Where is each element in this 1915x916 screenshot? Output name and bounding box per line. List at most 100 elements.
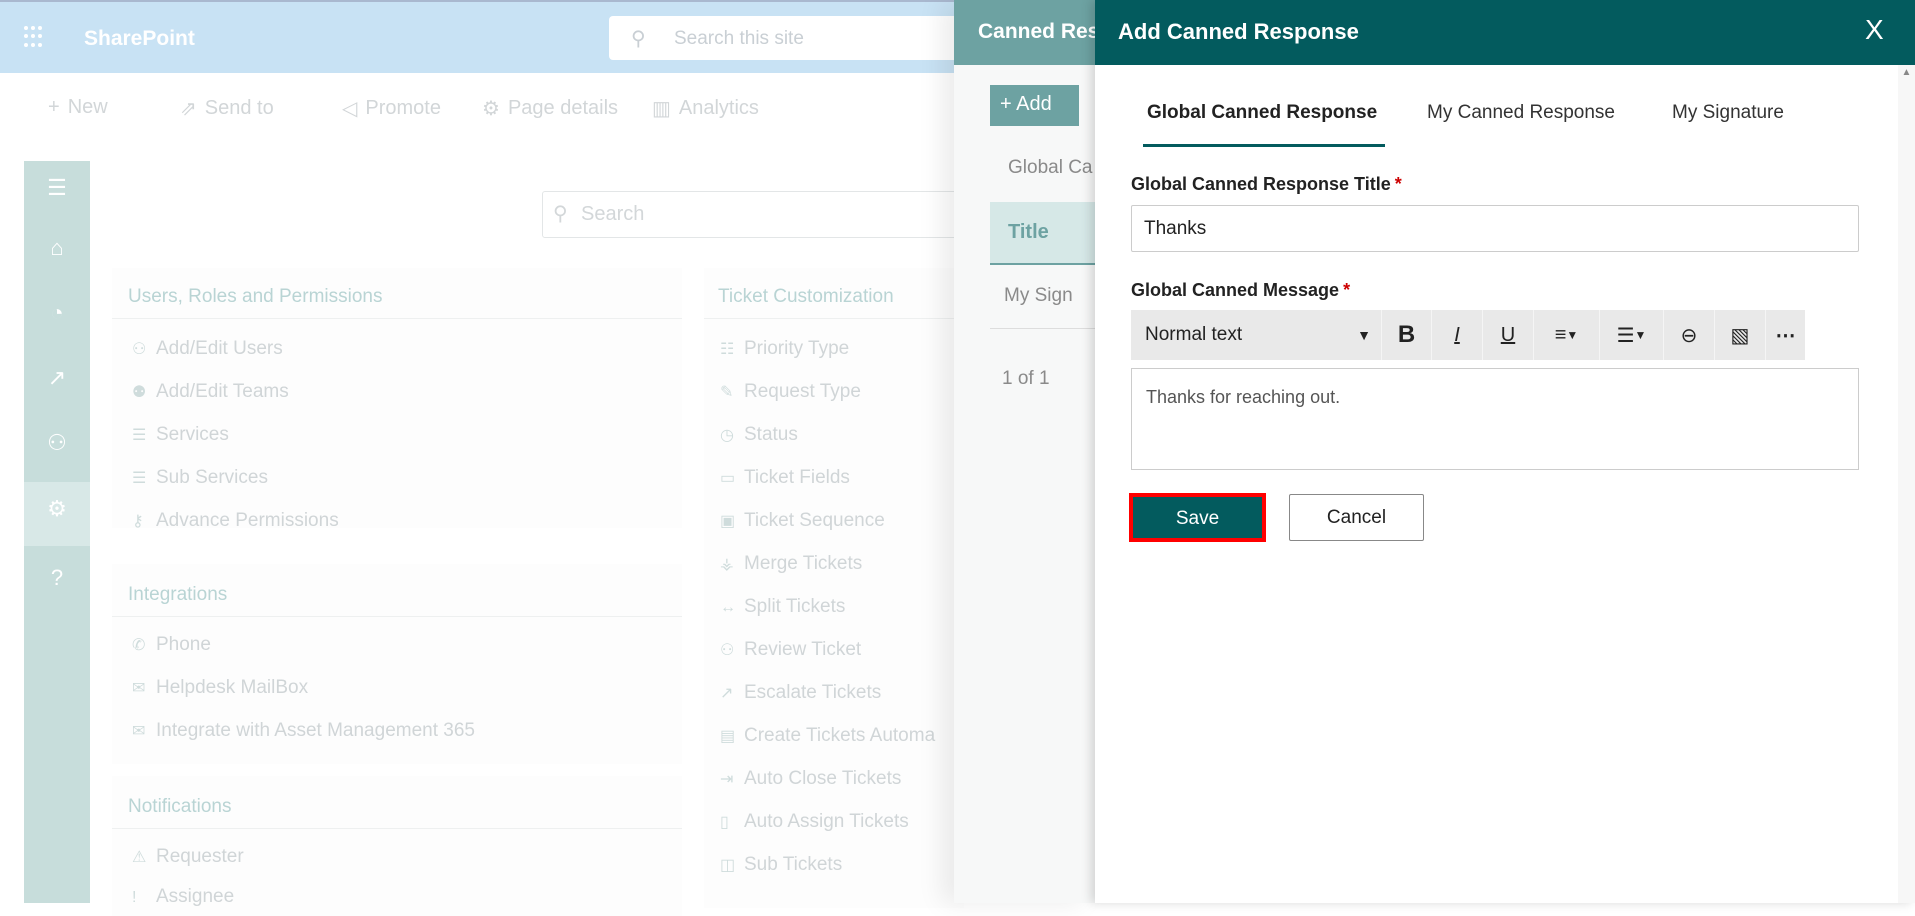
tab-my-canned-response[interactable]: My Canned Response xyxy=(1427,102,1615,124)
link-ticket-customization-item[interactable]: ↔ Split Tickets xyxy=(720,596,845,618)
link-requester[interactable]: ⚠ Requester xyxy=(132,846,244,868)
pager: 1 of 1 xyxy=(1002,368,1050,389)
menu-icon[interactable]: ☰ xyxy=(24,175,90,201)
add-canned-response-dialog: Add Canned Response X Global Canned Resp… xyxy=(1095,0,1915,903)
more-icon[interactable]: ⋯ xyxy=(1765,310,1805,360)
bold-icon[interactable]: B xyxy=(1381,310,1431,360)
search-icon: ⚲ xyxy=(631,28,646,50)
tab-global[interactable]: Global Ca xyxy=(1008,157,1093,179)
tab-global-canned-response[interactable]: Global Canned Response xyxy=(1147,102,1377,124)
promote-button[interactable]: ◁ Promote xyxy=(342,96,441,121)
plus-icon: + xyxy=(48,96,60,118)
label: Auto Assign Tickets xyxy=(744,811,909,832)
image-icon[interactable]: ▧ xyxy=(1714,310,1765,360)
label: Services xyxy=(156,424,229,445)
gear-icon: ⚙ xyxy=(482,98,500,120)
section-ticket-customization: Ticket Customization ☷ Priority Type ✎ Requ… xyxy=(704,268,964,908)
format-dropdown[interactable]: Normal text ▼ xyxy=(1131,310,1381,360)
link-services[interactable]: ☰ Services xyxy=(132,424,229,446)
item-icon: ⇥ xyxy=(720,771,734,788)
scroll-up-icon[interactable]: ▲ xyxy=(1898,65,1915,78)
align-icon[interactable]: ≡ ▼ xyxy=(1533,310,1599,360)
brand[interactable]: SharePoint xyxy=(84,27,195,51)
alert-icon: ! xyxy=(132,889,137,906)
list-icon[interactable]: ☰ ▼ xyxy=(1599,310,1663,360)
analytics-button[interactable]: ▥ Analytics xyxy=(652,96,759,121)
reports-icon[interactable]: ↗ xyxy=(24,365,90,391)
settings-search[interactable]: ⚲ Search xyxy=(542,191,962,238)
send-to-button[interactable]: ⇗ Send to xyxy=(180,96,274,121)
column-header-title[interactable]: Title xyxy=(990,202,1095,265)
link-helpdesk-mailbox[interactable]: ✉ Helpdesk MailBox xyxy=(132,677,308,699)
link-ticket-customization-item[interactable]: ⇥ Auto Close Tickets xyxy=(720,768,901,790)
link-assignee[interactable]: ! Assignee xyxy=(132,886,234,908)
link-ticket-customization-item[interactable]: ▣ Ticket Sequence xyxy=(720,510,885,532)
home-icon[interactable]: ⌂ xyxy=(24,235,90,261)
link-phone[interactable]: ✆ Phone xyxy=(132,634,211,656)
mail-icon: ✉ xyxy=(132,680,146,697)
link-ticket-customization-item[interactable]: ⚇ Review Ticket xyxy=(720,639,861,661)
label: Global Canned Message xyxy=(1131,280,1340,300)
label: Assignee xyxy=(156,886,235,907)
label: Create Tickets Automa xyxy=(744,725,936,746)
save-button[interactable]: Save xyxy=(1129,493,1266,542)
label: Request Type xyxy=(744,381,861,402)
link-add-edit-users[interactable]: ⚇ Add/Edit Users xyxy=(132,338,283,360)
message-label: Global Canned Message * xyxy=(1131,280,1350,301)
item-icon: ▭ xyxy=(720,470,736,487)
users-icon[interactable]: ⚇ xyxy=(24,430,90,456)
item-icon: ☷ xyxy=(720,341,735,358)
help-icon[interactable]: ? xyxy=(24,565,90,591)
label: Auto Close Tickets xyxy=(744,768,902,789)
caret-down-icon: ▼ xyxy=(1357,327,1371,343)
label: Review Ticket xyxy=(744,639,862,660)
italic-icon[interactable]: I xyxy=(1431,310,1482,360)
item-icon: ▣ xyxy=(720,513,736,530)
label: Normal text xyxy=(1145,324,1243,345)
mail-settings-icon: ✉ xyxy=(132,723,146,740)
label: Sub Services xyxy=(156,467,268,488)
link-sub-services[interactable]: ☰ Sub Services xyxy=(132,467,268,489)
table-row[interactable]: My Sign xyxy=(1004,285,1073,307)
section-title: Users, Roles and Permissions xyxy=(128,286,383,307)
search-icon: ⚲ xyxy=(553,203,568,225)
link-ticket-customization-item[interactable]: ◫ Sub Tickets xyxy=(720,854,842,876)
label: Escalate Tickets xyxy=(744,682,882,703)
link-advance-permissions[interactable]: ⚷ Advance Permissions xyxy=(132,510,339,532)
new-button[interactable]: + New xyxy=(48,96,108,119)
dialog-header: Add Canned Response X xyxy=(1095,0,1915,65)
scrollbar[interactable]: ▲ xyxy=(1898,65,1915,903)
link-icon[interactable]: ⊖ xyxy=(1663,310,1714,360)
settings-icon[interactable]: ⚙ xyxy=(24,482,90,546)
canned-response-panel: Canned Res + Add Global Ca Title My Sign… xyxy=(954,0,1095,903)
close-icon[interactable]: X xyxy=(1865,14,1884,46)
page-details-button[interactable]: ⚙ Page details xyxy=(482,96,618,121)
title-input[interactable]: Thanks xyxy=(1131,205,1859,252)
label: Merge Tickets xyxy=(744,553,863,574)
label: Priority Type xyxy=(744,338,850,359)
link-ticket-customization-item[interactable]: ▤ Create Tickets Automa xyxy=(720,725,935,747)
underline-icon[interactable]: U xyxy=(1482,310,1533,360)
link-ticket-customization-item[interactable]: ⚶ Merge Tickets xyxy=(720,553,862,575)
dashboard-icon[interactable]: ◔ xyxy=(24,300,90,326)
label: Split Tickets xyxy=(744,596,846,617)
link-add-edit-teams[interactable]: ⚉ Add/Edit Teams xyxy=(132,381,289,403)
tab-my-signature[interactable]: My Signature xyxy=(1672,102,1784,124)
link-ticket-customization-item[interactable]: ☷ Priority Type xyxy=(720,338,849,360)
link-ticket-customization-item[interactable]: ▭ Ticket Fields xyxy=(720,467,850,489)
required-marker: * xyxy=(1394,174,1402,194)
app-launcher-icon[interactable] xyxy=(24,26,46,48)
link-ticket-customization-item[interactable]: ↗ Escalate Tickets xyxy=(720,682,881,704)
cancel-button[interactable]: Cancel xyxy=(1289,494,1424,541)
add-button[interactable]: + Add xyxy=(990,85,1079,126)
link-asset-management[interactable]: ✉ Integrate with Asset Management 365 xyxy=(132,720,475,742)
site-search[interactable]: ⚲ Search this site xyxy=(609,16,1009,60)
link-ticket-customization-item[interactable]: ▯ Auto Assign Tickets xyxy=(720,811,909,833)
editor-toolbar: Normal text ▼ B I U ≡ ▼ ☰ ▼ ⊖ ▧ ⋯ xyxy=(1131,310,1805,360)
key-icon: ⚷ xyxy=(132,513,144,530)
label: Add xyxy=(1016,93,1052,115)
link-ticket-customization-item[interactable]: ◷ Status xyxy=(720,424,798,446)
link-ticket-customization-item[interactable]: ✎ Request Type xyxy=(720,381,861,403)
title-label: Global Canned Response Title * xyxy=(1131,174,1402,195)
message-editor[interactable]: Thanks for reaching out. xyxy=(1131,368,1859,470)
